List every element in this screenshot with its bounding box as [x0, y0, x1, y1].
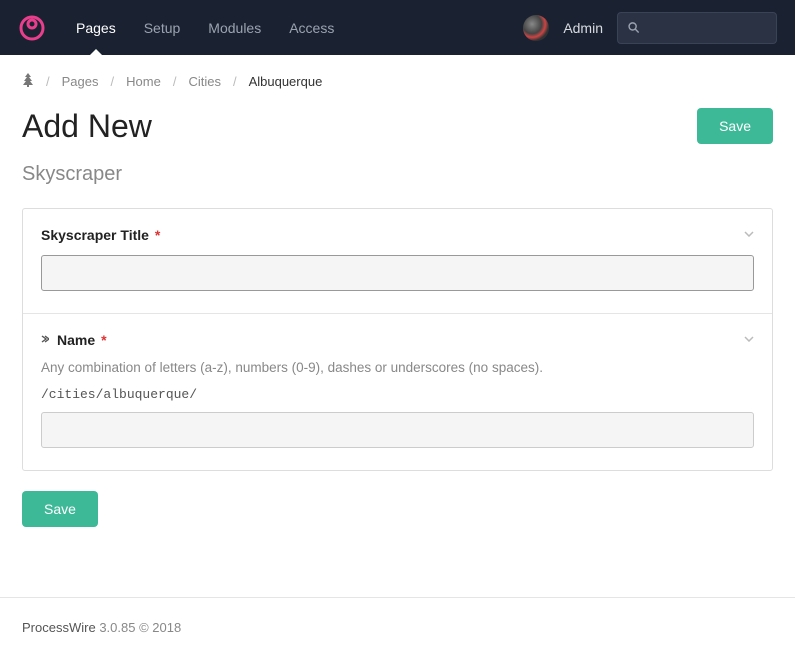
name-input[interactable] — [41, 412, 754, 448]
breadcrumb-home[interactable]: Home — [126, 74, 161, 89]
footer-brand: ProcessWire — [22, 620, 96, 635]
user-label[interactable]: Admin — [563, 20, 603, 36]
form-panel: Skyscraper Title * Name * Any combinatio… — [22, 208, 773, 471]
breadcrumb-sep: / — [233, 74, 237, 89]
breadcrumb-sep: / — [173, 74, 177, 89]
page-title: Add New — [22, 108, 152, 145]
search-icon — [628, 21, 639, 34]
title-row: Add New Save — [22, 108, 773, 145]
main-nav: Pages Setup Modules Access — [64, 2, 346, 54]
path-prefix: /cities/albuquerque/ — [41, 387, 754, 402]
footer: ProcessWire 3.0.85 © 2018 — [0, 597, 795, 657]
field-title-label: Skyscraper Title * — [41, 227, 754, 243]
breadcrumb-sep: / — [111, 74, 115, 89]
breadcrumb: / Pages / Home / Cities / Albuquerque — [0, 55, 795, 108]
nav-access[interactable]: Access — [277, 2, 346, 54]
page-subtitle: Skyscraper — [22, 163, 773, 186]
topbar-right: Admin — [523, 12, 777, 44]
field-name-label-text: Name — [57, 332, 95, 348]
logo[interactable] — [18, 14, 46, 42]
search-input[interactable] — [645, 20, 766, 35]
save-button-bottom[interactable]: Save — [22, 491, 98, 527]
required-marker: * — [155, 227, 160, 243]
field-name: Name * Any combination of letters (a-z),… — [23, 314, 772, 470]
collapse-toggle[interactable] — [744, 229, 754, 240]
required-marker: * — [101, 332, 106, 348]
footer-meta: 3.0.85 © 2018 — [99, 620, 181, 635]
chevron-right-icon — [41, 334, 49, 346]
processwire-logo-icon — [19, 15, 45, 41]
breadcrumb-cities[interactable]: Cities — [188, 74, 221, 89]
field-name-desc: Any combination of letters (a-z), number… — [41, 360, 754, 375]
search-box[interactable] — [617, 12, 777, 44]
chevron-down-icon — [744, 336, 754, 342]
nav-setup[interactable]: Setup — [132, 2, 193, 54]
title-input[interactable] — [41, 255, 754, 291]
field-title: Skyscraper Title * — [23, 209, 772, 314]
nav-pages[interactable]: Pages — [64, 2, 128, 54]
breadcrumb-sep: / — [46, 74, 50, 89]
collapse-toggle[interactable] — [744, 334, 754, 345]
topbar: Pages Setup Modules Access Admin — [0, 0, 795, 55]
breadcrumb-pages[interactable]: Pages — [62, 74, 99, 89]
field-title-label-text: Skyscraper Title — [41, 227, 149, 243]
save-button-top[interactable]: Save — [697, 108, 773, 144]
avatar[interactable] — [523, 15, 549, 41]
tree-icon[interactable] — [22, 73, 34, 90]
chevron-down-icon — [744, 231, 754, 237]
field-name-label: Name * — [41, 332, 754, 348]
nav-modules[interactable]: Modules — [196, 2, 273, 54]
breadcrumb-current: Albuquerque — [249, 74, 323, 89]
content: Add New Save Skyscraper Skyscraper Title… — [0, 108, 795, 557]
